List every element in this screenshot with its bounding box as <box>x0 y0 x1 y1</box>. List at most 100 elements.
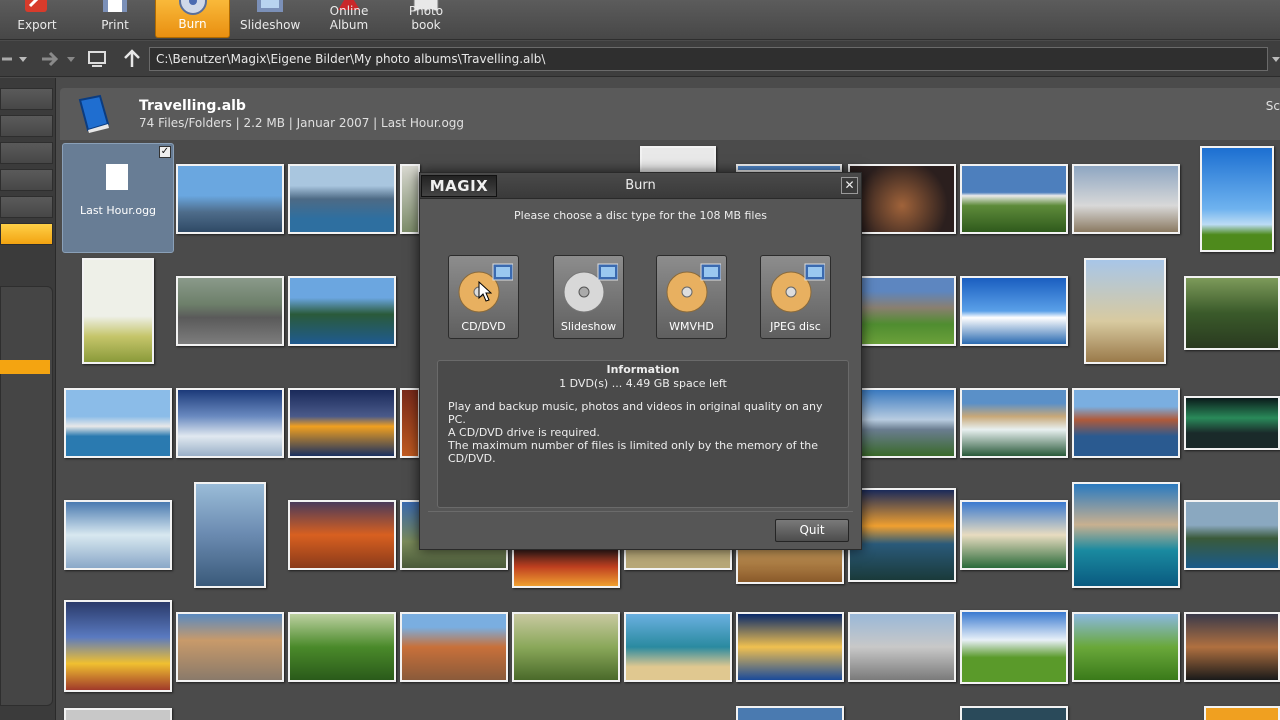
cd-dvd-label: CD/DVD <box>461 320 506 333</box>
photo-thumbnail[interactable] <box>736 164 842 172</box>
burn-dialog: MAGIX Burn ✕ Please choose a disc type f… <box>419 172 862 550</box>
back-dropdown-icon[interactable] <box>18 49 28 69</box>
dialog-title: Burn <box>625 178 656 193</box>
photo-thumbnail[interactable] <box>64 600 172 692</box>
photo-thumbnail[interactable] <box>1072 164 1180 234</box>
slideshow-disc-icon <box>563 263 618 313</box>
photo-thumbnail[interactable] <box>64 388 172 458</box>
photo-thumbnail[interactable] <box>288 164 396 234</box>
photo-thumbnail[interactable] <box>848 612 956 682</box>
photo-thumbnail[interactable] <box>1072 482 1180 588</box>
jpeg-disc-option-button[interactable]: JPEG disc <box>760 255 831 339</box>
export-button[interactable]: Export <box>14 0 60 38</box>
sidebar-item[interactable] <box>0 196 53 218</box>
album-book-icon <box>78 94 110 133</box>
photo-thumbnail[interactable] <box>176 388 284 458</box>
album-title: Travelling.alb <box>139 98 246 114</box>
print-button[interactable]: Print <box>95 0 135 38</box>
photo-thumbnail[interactable] <box>1184 500 1280 570</box>
up-folder-icon[interactable] <box>122 49 142 69</box>
slideshow-label: Slideshow <box>240 18 301 32</box>
jpeg-disc-icon <box>770 263 825 313</box>
photo-thumbnail[interactable] <box>640 146 716 172</box>
slideshow-button[interactable]: Slideshow <box>240 0 300 38</box>
photo-thumbnail[interactable] <box>860 276 956 346</box>
address-field[interactable]: C:\Benutzer\Magix\Eigene Bilder\My photo… <box>149 47 1268 71</box>
export-label: Export <box>17 18 57 32</box>
photo-thumbnail[interactable] <box>512 612 620 682</box>
info-line: Play and backup music, photos and videos… <box>448 400 823 426</box>
photo-thumbnail[interactable] <box>960 388 1068 458</box>
photo-thumbnail[interactable] <box>194 482 266 588</box>
print-label: Print <box>101 18 129 32</box>
sidebar-item[interactable] <box>0 115 53 137</box>
forward-arrow-icon[interactable] <box>40 49 60 69</box>
dialog-prompt: Please choose a disc type for the 108 MB… <box>514 209 767 222</box>
photo-thumbnail[interactable] <box>288 388 396 458</box>
address-dropdown-icon[interactable] <box>1270 49 1280 69</box>
photo-thumbnail[interactable] <box>736 706 844 720</box>
photo-thumbnail[interactable] <box>1084 258 1166 364</box>
burn-disc-icon <box>178 0 207 15</box>
photo-thumbnail[interactable] <box>1200 146 1274 252</box>
photo-thumbnail[interactable] <box>1184 276 1280 350</box>
photo-thumbnail[interactable] <box>960 164 1068 234</box>
photo-thumbnail[interactable] <box>512 546 620 588</box>
album-header: Travelling.alb 74 Files/Folders | 2.2 MB… <box>60 88 1280 140</box>
wmvhd-label: WMVHD <box>669 320 714 333</box>
photo-thumbnail[interactable] <box>176 164 284 234</box>
sidebar-item-selected[interactable] <box>0 223 53 245</box>
photo-thumbnail[interactable] <box>736 612 844 682</box>
sidebar-item[interactable] <box>0 88 53 110</box>
photo-thumbnail[interactable] <box>860 388 956 458</box>
photo-book-label: Photo book <box>408 4 444 32</box>
info-line: CD/DVD. <box>448 452 496 465</box>
photo-thumbnail[interactable] <box>848 164 956 234</box>
sidebar-item[interactable] <box>0 169 53 191</box>
sidebar-highlight <box>0 360 50 374</box>
mouse-cursor-icon <box>478 281 492 302</box>
jpeg-disc-label: JPEG disc <box>770 320 821 333</box>
computer-icon[interactable] <box>87 49 107 69</box>
close-button[interactable]: ✕ <box>841 177 858 194</box>
photo-thumbnail[interactable] <box>848 488 956 582</box>
photo-book-button[interactable]: Photo book <box>394 0 458 38</box>
photo-thumbnail[interactable] <box>1072 388 1180 458</box>
selection-checkbox[interactable]: ✓ <box>159 146 171 158</box>
photo-thumbnail[interactable] <box>1184 612 1280 682</box>
photo-thumbnail[interactable] <box>288 500 396 570</box>
audio-file-tile[interactable]: ✓ Last Hour.ogg <box>62 143 174 253</box>
photo-thumbnail[interactable] <box>82 258 154 364</box>
photo-thumbnail[interactable] <box>176 276 284 346</box>
online-album-label: Online Album <box>329 4 369 32</box>
quit-button[interactable]: Quit <box>775 519 849 542</box>
sidebar-item[interactable] <box>0 142 53 164</box>
photo-thumbnail[interactable] <box>64 708 172 720</box>
photo-thumbnail[interactable] <box>176 612 284 682</box>
slideshow-option-button[interactable]: Slideshow <box>553 255 624 339</box>
photo-thumbnail[interactable] <box>960 706 1068 720</box>
sidebar-panel <box>0 286 53 706</box>
photo-thumbnail[interactable] <box>400 612 508 682</box>
photo-thumbnail[interactable] <box>64 500 172 570</box>
photo-thumbnail[interactable] <box>1072 612 1180 682</box>
photo-thumbnail[interactable] <box>736 546 844 584</box>
photo-thumbnail[interactable] <box>960 276 1068 346</box>
photo-thumbnail[interactable] <box>288 276 396 346</box>
wmvhd-option-button[interactable]: WMVHD <box>656 255 727 339</box>
dialog-divider <box>428 511 853 512</box>
burn-button[interactable]: Burn <box>155 0 230 38</box>
photo-thumbnail[interactable] <box>400 388 420 458</box>
information-body: Play and backup music, photos and videos… <box>448 400 838 465</box>
photo-thumbnail[interactable] <box>288 612 396 682</box>
navigation-bar: C:\Benutzer\Magix\Eigene Bilder\My photo… <box>0 41 1280 77</box>
photo-thumbnail[interactable] <box>960 610 1068 684</box>
forward-dropdown-icon[interactable] <box>66 49 76 69</box>
photo-thumbnail[interactable] <box>1184 396 1280 450</box>
photo-thumbnail[interactable] <box>960 500 1068 570</box>
photo-thumbnail[interactable] <box>400 164 420 234</box>
dialog-title-bar[interactable]: MAGIX Burn ✕ <box>420 173 861 199</box>
photo-thumbnail[interactable] <box>624 612 732 682</box>
photo-thumbnail[interactable] <box>1204 706 1280 720</box>
online-album-button[interactable]: Online Album <box>310 0 388 38</box>
